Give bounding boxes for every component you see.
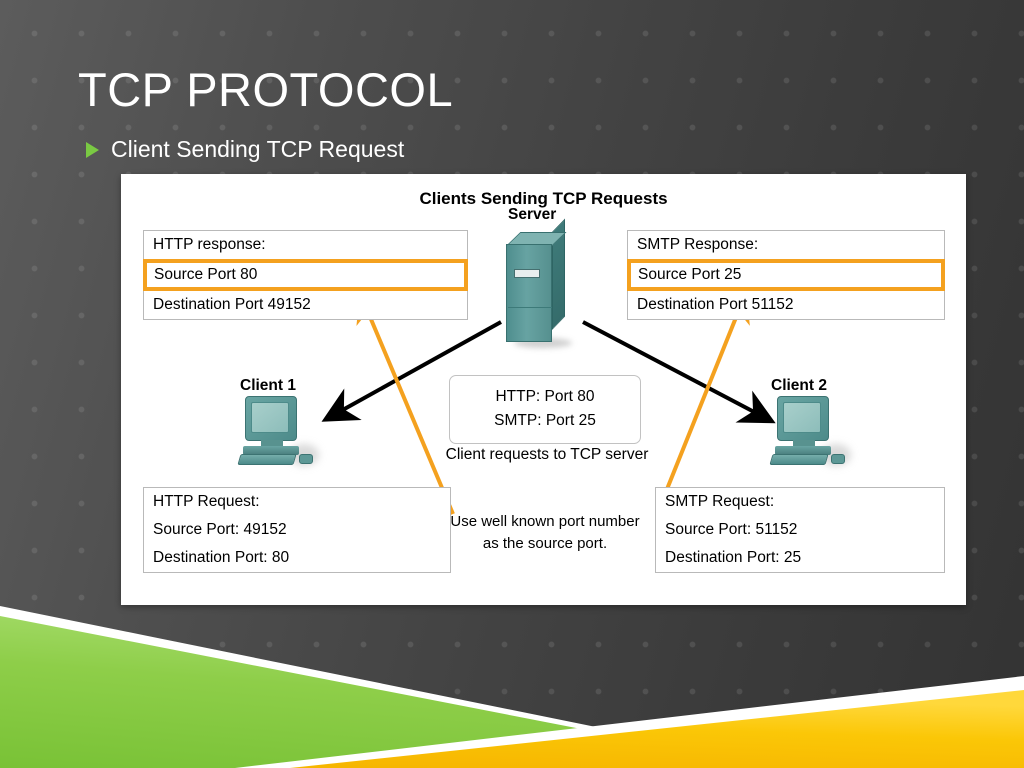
client1-screen	[251, 402, 289, 433]
smtp-request-box: SMTP Request: Source Port: 51152 Destina…	[655, 487, 945, 573]
server-icon	[506, 218, 572, 348]
http-response-title: HTTP response:	[153, 236, 266, 253]
server-drive-slot-icon	[514, 269, 540, 278]
client1-mouse-icon	[299, 454, 313, 464]
server-port-smtp: SMTP: Port 25	[494, 412, 596, 429]
http-response-source-port: Source Port 80	[143, 259, 468, 291]
diagram-panel: Clients Sending TCP Requests HTTP respon…	[121, 174, 966, 605]
server-ports-box: HTTP: Port 80 SMTP: Port 25	[449, 375, 641, 444]
client1-computer-icon	[237, 396, 319, 472]
client1-label: Client 1	[240, 377, 296, 394]
diagram-content: Clients Sending TCP Requests HTTP respon…	[121, 174, 966, 605]
server-panel-divider	[508, 307, 552, 308]
client2-screen	[783, 402, 821, 433]
client2-label: Client 2	[771, 377, 827, 394]
http-request-title: HTTP Request:	[153, 493, 260, 510]
smtp-request-destination-port: Destination Port: 25	[665, 549, 802, 566]
bullet-item: Client Sending TCP Request	[86, 136, 404, 163]
page-title: TCP PROTOCOL	[78, 63, 454, 116]
source-port-note: Use well known port number as the source…	[420, 511, 670, 555]
bullet-item-label: Client Sending TCP Request	[111, 136, 405, 162]
smtp-request-source-port: Source Port: 51152	[665, 521, 798, 538]
http-response-destination-port: Destination Port 49152	[153, 296, 311, 313]
smtp-response-box: SMTP Response: Source Port 25 Destinatio…	[627, 230, 945, 320]
bottom-banner	[0, 606, 1024, 768]
source-port-note-line1: Use well known port number	[450, 513, 640, 530]
server-front-panel	[506, 244, 552, 342]
presentation-slide: TCP PROTOCOL Client Sending TCP Request …	[0, 0, 1024, 768]
client2-keyboard-icon	[769, 454, 829, 465]
smtp-response-source-port: Source Port 25	[627, 259, 945, 291]
client1-keyboard-icon	[237, 454, 297, 465]
http-request-destination-port: Destination Port: 80	[153, 549, 290, 566]
center-caption: Client requests to TCP server	[445, 446, 649, 463]
client2-mouse-icon	[831, 454, 845, 464]
smtp-response-destination-port: Destination Port 51152	[637, 296, 794, 313]
triangle-bullet-icon	[86, 141, 99, 158]
source-port-note-line2: as the source port.	[482, 535, 608, 552]
http-response-box: HTTP response: Source Port 80 Destinatio…	[143, 230, 468, 320]
server-label: Server	[508, 206, 557, 223]
smtp-response-title: SMTP Response:	[637, 236, 759, 253]
server-port-http: HTTP: Port 80	[495, 388, 595, 405]
client2-computer-icon	[769, 396, 851, 472]
http-request-box: HTTP Request: Source Port: 49152 Destina…	[143, 487, 451, 573]
smtp-request-title: SMTP Request:	[665, 493, 775, 510]
http-request-source-port: Source Port: 49152	[153, 521, 287, 538]
